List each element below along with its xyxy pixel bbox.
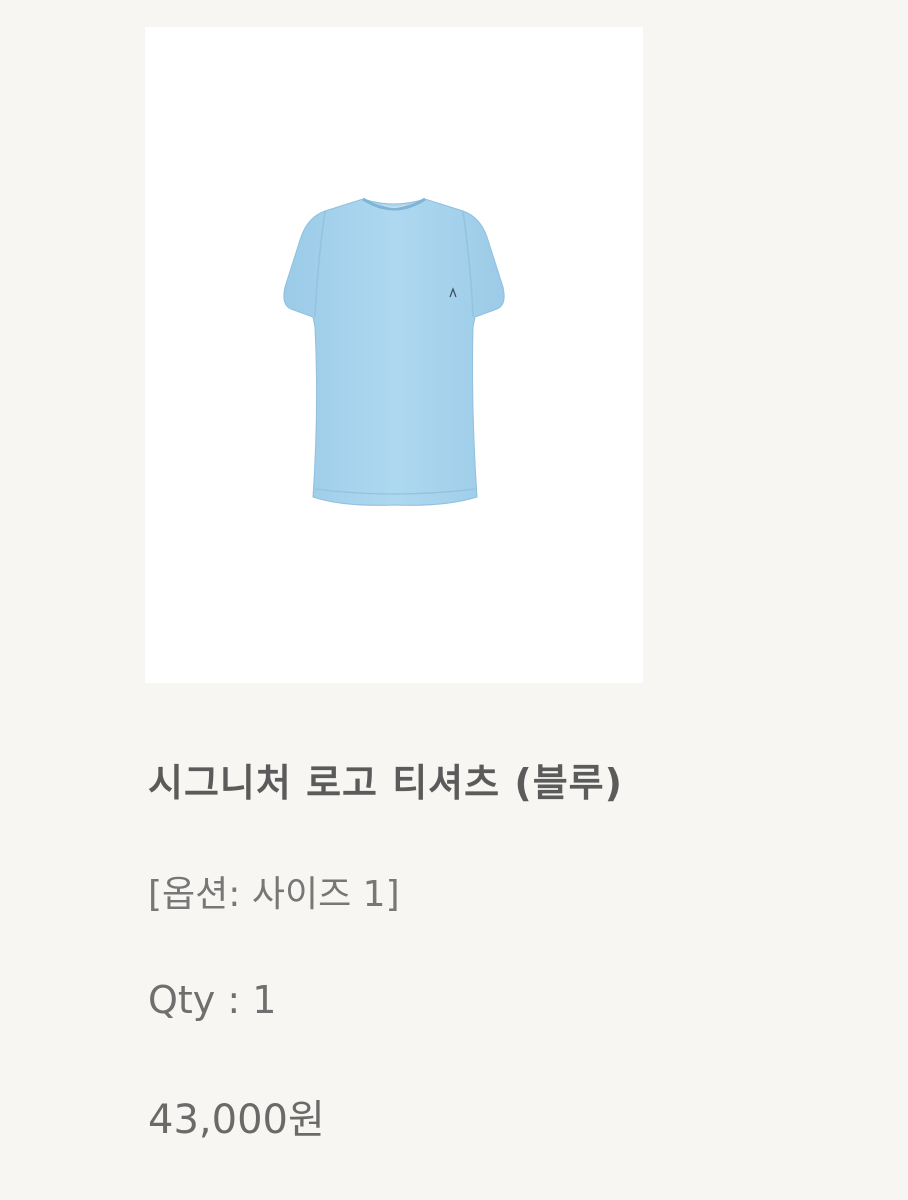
product-image[interactable]	[145, 27, 643, 683]
cropped-status-text: ▔▔ ▔▔	[148, 1186, 308, 1200]
cropped-status-glyphs: ▔▔ ▔▔	[148, 1186, 308, 1200]
t-shirt-icon	[283, 197, 505, 506]
order-item: 시그니처 로고 티셔츠 (블루) [옵션: 사이즈 1] Qty : 1 43,…	[0, 0, 908, 1200]
price-label: 43,000원	[148, 1097, 325, 1143]
product-title[interactable]: 시그니처 로고 티셔츠 (블루)	[148, 752, 623, 807]
quantity-label: Qty : 1	[148, 978, 277, 1022]
product-option: [옵션: 사이즈 1]	[148, 874, 400, 915]
